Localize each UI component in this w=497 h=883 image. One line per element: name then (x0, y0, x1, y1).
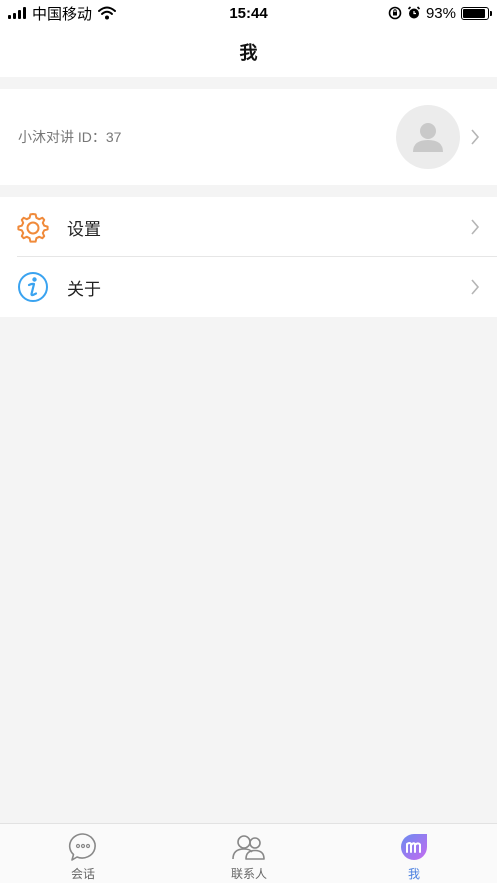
wifi-icon (98, 6, 117, 20)
avatar[interactable] (396, 105, 460, 169)
chevron-right-icon (471, 219, 480, 235)
page-title: 我 (239, 42, 258, 63)
menu-item-about[interactable]: 关于 (0, 257, 497, 317)
gear-icon (17, 213, 49, 243)
carrier-label: 中国移动 (32, 5, 93, 23)
tab-chat[interactable]: 会话 (0, 824, 166, 883)
signal-icon (8, 7, 26, 19)
chat-bubble-icon (68, 833, 96, 861)
status-right: 93% (388, 4, 492, 22)
battery-percent: 93% (425, 4, 456, 22)
status-left: 中国移动 (8, 3, 117, 24)
settings-menu: 设置 关于 (0, 197, 497, 317)
tab-bar: 会话 联系人 我 (0, 823, 497, 883)
profile-card[interactable]: 小沐对讲 ID：37 (0, 89, 497, 185)
contacts-icon (232, 835, 265, 860)
alarm-icon (407, 6, 421, 19)
chevron-right-icon (471, 129, 480, 145)
chevron-right-icon (471, 279, 480, 295)
rotation-lock-icon (388, 6, 402, 20)
tab-me-label: 我 (407, 867, 420, 881)
settings-label: 设置 (67, 219, 101, 239)
tab-me[interactable]: 我 (331, 824, 497, 883)
menu-item-settings[interactable]: 设置 (0, 197, 497, 257)
profile-id-text: 小沐对讲 ID：37 (18, 129, 122, 145)
battery-fill (463, 8, 486, 18)
status-bar: 中国移动 15:44 93% (0, 0, 497, 26)
battery-icon (461, 6, 492, 20)
nav-bar: 我 (0, 26, 497, 77)
tab-contacts[interactable]: 联系人 (166, 824, 332, 883)
me-m-icon (401, 834, 427, 860)
tab-chat-label: 会话 (70, 867, 95, 881)
user-placeholder-icon (413, 123, 443, 152)
info-icon (18, 272, 48, 302)
about-label: 关于 (67, 279, 101, 299)
tab-contacts-label: 联系人 (230, 867, 267, 881)
